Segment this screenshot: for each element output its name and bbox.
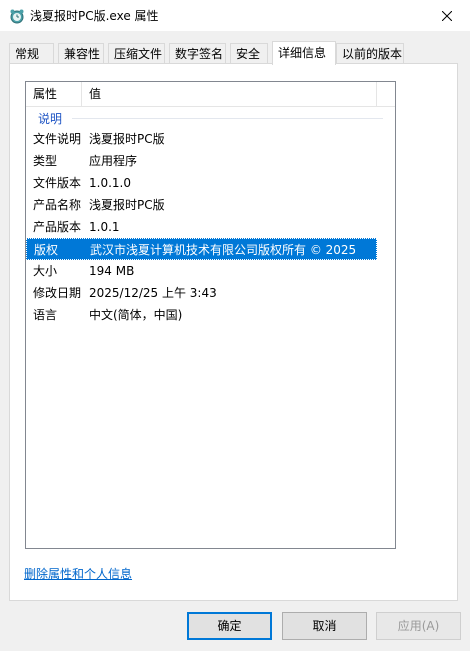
- property-name: 类型: [33, 154, 58, 168]
- close-icon: [442, 10, 452, 21]
- list-item[interactable]: 产品版本 1.0.1: [26, 216, 377, 238]
- tab-previous-versions[interactable]: 以前的版本: [336, 43, 404, 63]
- property-value: 浅夏报时PC版: [89, 132, 165, 146]
- details-list[interactable]: 属性 值 说明 文件说明 浅夏报时PC版 类型 应用程序 文件版本 1.0.1.…: [25, 81, 396, 549]
- cancel-button[interactable]: 取消: [282, 612, 367, 640]
- list-item-selected[interactable]: 版权 武汉市浅夏计算机技术有限公司版权所有 © 2025: [26, 238, 377, 260]
- property-name: 大小: [33, 264, 58, 278]
- tab-compressed[interactable]: 压缩文件: [108, 43, 165, 63]
- group-divider: [72, 118, 383, 119]
- property-value: 应用程序: [89, 154, 138, 168]
- tab-compatibility[interactable]: 兼容性: [58, 43, 104, 63]
- title-bar: 浅夏报时PC版.exe 属性: [0, 0, 470, 31]
- property-value: 中文(简体，中国): [89, 308, 183, 322]
- tab-security[interactable]: 安全: [230, 43, 268, 63]
- list-item[interactable]: 文件版本 1.0.1.0: [26, 172, 377, 194]
- group-header: 说明: [26, 108, 395, 128]
- column-header-property[interactable]: 属性: [26, 82, 82, 106]
- list-item[interactable]: 产品名称 浅夏报时PC版: [26, 194, 377, 216]
- property-value: 浅夏报时PC版: [89, 198, 165, 212]
- tab-details[interactable]: 详细信息: [272, 41, 336, 65]
- property-name: 文件版本: [33, 176, 82, 190]
- apply-button: 应用(A): [376, 612, 461, 640]
- property-value: 2025/12/25 上午 3:43: [89, 286, 217, 300]
- list-item[interactable]: 修改日期 2025/12/25 上午 3:43: [26, 282, 377, 304]
- property-name: 修改日期: [33, 286, 82, 300]
- app-icon: [10, 9, 24, 24]
- list-header: 属性 值: [26, 82, 395, 107]
- property-name: 语言: [33, 308, 58, 322]
- column-header-value[interactable]: 值: [83, 82, 377, 106]
- property-value: 1.0.1.0: [89, 176, 131, 190]
- list-item[interactable]: 大小 194 MB: [26, 260, 377, 282]
- ok-button[interactable]: 确定: [187, 612, 272, 640]
- group-label: 说明: [38, 112, 63, 126]
- property-name: 产品版本: [33, 220, 82, 234]
- property-name: 文件说明: [33, 132, 82, 146]
- property-value: 1.0.1: [89, 220, 120, 234]
- remove-properties-link[interactable]: 删除属性和个人信息: [24, 565, 132, 582]
- property-value: 武汉市浅夏计算机技术有限公司版权所有 © 2025: [90, 243, 357, 257]
- tab-general[interactable]: 常规: [9, 43, 54, 63]
- property-name: 版权: [34, 243, 59, 257]
- list-item[interactable]: 语言 中文(简体，中国): [26, 304, 377, 326]
- list-item[interactable]: 类型 应用程序: [26, 150, 377, 172]
- property-name: 产品名称: [33, 198, 82, 212]
- list-item[interactable]: 文件说明 浅夏报时PC版: [26, 128, 377, 150]
- window-title: 浅夏报时PC版.exe 属性: [30, 9, 159, 23]
- details-panel: 属性 值 说明 文件说明 浅夏报时PC版 类型 应用程序 文件版本 1.0.1.…: [9, 63, 458, 601]
- property-value: 194 MB: [89, 264, 135, 278]
- close-button[interactable]: [424, 0, 470, 31]
- tab-digital-signatures[interactable]: 数字签名: [169, 43, 226, 63]
